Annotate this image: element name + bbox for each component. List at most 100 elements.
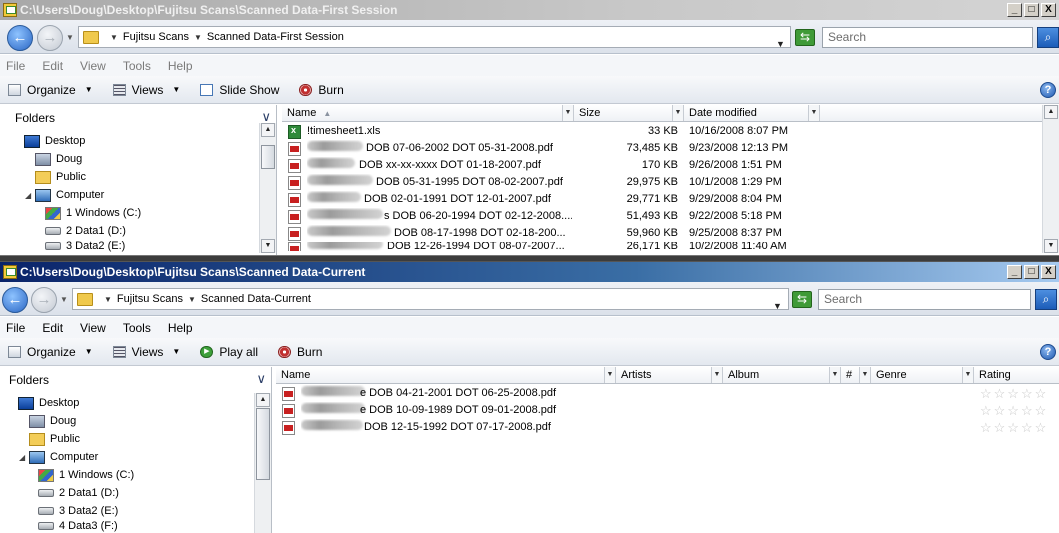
tree-item-desktop[interactable]: Desktop — [24, 132, 85, 150]
column-date-modified[interactable]: Date modified ▼ — [684, 105, 820, 121]
column-filter-icon[interactable]: ▼ — [859, 367, 870, 383]
expand-arrow-icon[interactable]: ◢ — [19, 453, 27, 462]
menu-file[interactable]: File — [6, 321, 25, 335]
column-track-number[interactable]: # ▼ — [841, 367, 871, 383]
file-row[interactable]: s DOB 06-20-1994 DOT 02-12-2008.... 51,4… — [282, 208, 1042, 225]
organize-button[interactable]: Organize ▼ — [8, 83, 93, 97]
tree-item-d-drive[interactable]: 2 Data1 (D:) — [38, 484, 119, 502]
search-icon[interactable]: ⌕ — [1037, 27, 1059, 48]
file-row[interactable]: e DOB 04-21-2001 DOT 06-25-2008.pdf ☆☆☆☆… — [276, 385, 1059, 402]
close-button[interactable]: X — [1041, 265, 1056, 279]
rating-stars[interactable]: ☆☆☆☆☆ — [980, 402, 1059, 419]
refresh-button[interactable]: ⇆ — [795, 29, 815, 46]
menu-file[interactable]: File — [6, 59, 25, 73]
back-button[interactable]: ← — [7, 25, 33, 51]
file-row[interactable]: DOB 02-01-1991 DOT 12-01-2007.pdf 29,771… — [282, 191, 1042, 208]
scroll-up-arrow-icon[interactable]: ▲ — [256, 393, 270, 407]
scroll-down-arrow-icon[interactable]: ▼ — [1044, 239, 1058, 253]
column-name[interactable]: Name ▼ — [276, 367, 616, 383]
menu-view[interactable]: View — [80, 321, 106, 335]
breadcrumb-current-folder[interactable]: Scanned Data-Current — [201, 293, 311, 305]
tree-item-computer[interactable]: ◢ Computer — [19, 448, 98, 466]
path-box[interactable]: ▼ Fujitsu Scans ▼ Scanned Data-First Ses… — [78, 26, 791, 49]
scroll-up-arrow-icon[interactable]: ▲ — [261, 123, 275, 137]
minimize-button[interactable]: _ — [1007, 265, 1022, 279]
file-list-scrollbar[interactable]: ▲ ▼ — [1042, 105, 1059, 253]
tree-item-e-drive[interactable]: 3 Data2 (E:) — [45, 240, 125, 252]
file-row[interactable]: DOB 05-31-1995 DOT 08-02-2007.pdf 29,975… — [282, 174, 1042, 191]
history-dropdown-icon[interactable]: ▼ — [60, 295, 68, 304]
menu-edit[interactable]: Edit — [42, 321, 63, 335]
breadcrumb-fujitsu-scans[interactable]: Fujitsu Scans — [123, 31, 189, 43]
file-row[interactable]: DOB 12-26-1994 DOT 08-07-2007... 26,171 … — [282, 242, 1042, 251]
tree-item-e-drive[interactable]: 3 Data2 (E:) — [38, 502, 118, 520]
menu-help[interactable]: Help — [168, 321, 193, 335]
help-icon[interactable]: ? — [1040, 344, 1056, 360]
column-filter-icon[interactable]: ▼ — [672, 105, 683, 121]
expand-arrow-icon[interactable]: ◢ — [25, 191, 33, 200]
views-button[interactable]: Views ▼ — [112, 83, 180, 97]
refresh-button[interactable]: ⇆ — [792, 291, 812, 308]
menu-help[interactable]: Help — [168, 59, 193, 73]
tree-item-desktop[interactable]: Desktop — [18, 394, 79, 412]
menu-tools[interactable]: Tools — [123, 59, 151, 73]
file-row[interactable]: !timesheet1.xls 33 KB 10/16/2008 8:07 PM — [282, 123, 1042, 140]
rating-stars[interactable]: ☆☆☆☆☆ — [980, 385, 1059, 402]
column-filter-icon[interactable]: ▼ — [604, 367, 615, 383]
column-filter-icon[interactable]: ▼ — [711, 367, 722, 383]
column-filter-icon[interactable]: ▼ — [808, 105, 819, 121]
slide-show-button[interactable]: Slide Show — [200, 83, 279, 97]
column-size[interactable]: Size ▼ — [574, 105, 684, 121]
search-icon[interactable]: ⌕ — [1035, 289, 1057, 310]
burn-button[interactable]: Burn — [299, 83, 344, 97]
title-bar[interactable]: C:\Users\Doug\Desktop\Fujitsu Scans\Scan… — [0, 262, 1059, 282]
breadcrumb-current-folder[interactable]: Scanned Data-First Session — [207, 31, 344, 43]
path-dropdown-icon[interactable]: ▼ — [773, 301, 782, 311]
history-dropdown-icon[interactable]: ▼ — [66, 33, 74, 42]
back-button[interactable]: ← — [2, 287, 28, 313]
tree-item-computer[interactable]: ◢ Computer — [25, 186, 104, 204]
tree-item-c-drive[interactable]: 1 Windows (C:) — [45, 204, 141, 222]
tree-item-public[interactable]: Public — [35, 168, 86, 186]
scroll-up-arrow-icon[interactable]: ▲ — [1044, 105, 1058, 119]
forward-button[interactable]: → — [31, 287, 57, 313]
collapse-chevron-icon[interactable]: ∨ — [256, 371, 266, 387]
tree-item-d-drive[interactable]: 2 Data1 (D:) — [45, 222, 126, 240]
crumb-chevron-icon[interactable]: ▼ — [104, 295, 112, 304]
tree-item-doug[interactable]: Doug — [35, 150, 82, 168]
scroll-thumb[interactable] — [261, 145, 275, 169]
path-dropdown-icon[interactable]: ▼ — [776, 39, 785, 49]
file-row[interactable]: DOB xx-xx-xxxx DOT 01-18-2007.pdf 170 KB… — [282, 157, 1042, 174]
crumb-chevron-icon[interactable]: ▼ — [188, 295, 196, 304]
file-row[interactable]: e DOB 10-09-1989 DOT 09-01-2008.pdf ☆☆☆☆… — [276, 402, 1059, 419]
organize-button[interactable]: Organize ▼ — [8, 345, 93, 359]
menu-view[interactable]: View — [80, 59, 106, 73]
tree-item-c-drive[interactable]: 1 Windows (C:) — [38, 466, 134, 484]
file-row[interactable]: DOB 07-06-2002 DOT 05-31-2008.pdf 73,485… — [282, 140, 1042, 157]
column-album[interactable]: Album ▼ — [723, 367, 841, 383]
column-genre[interactable]: Genre ▼ — [871, 367, 974, 383]
tree-item-public[interactable]: Public — [29, 430, 80, 448]
breadcrumb-fujitsu-scans[interactable]: Fujitsu Scans — [117, 293, 183, 305]
title-bar[interactable]: C:\Users\Doug\Desktop\Fujitsu Scans\Scan… — [0, 0, 1059, 20]
menu-tools[interactable]: Tools — [123, 321, 151, 335]
menu-edit[interactable]: Edit — [42, 59, 63, 73]
minimize-button[interactable]: _ — [1007, 3, 1022, 17]
search-input[interactable]: Search — [818, 289, 1031, 310]
maximize-button[interactable]: □ — [1024, 3, 1039, 17]
column-name[interactable]: Name ▲ ▼ — [282, 105, 574, 121]
path-box[interactable]: ▼ Fujitsu Scans ▼ Scanned Data-Current ▼ — [72, 288, 789, 311]
scroll-down-arrow-icon[interactable]: ▼ — [261, 239, 275, 253]
folders-header[interactable]: Folders ∨ — [0, 105, 276, 131]
help-icon[interactable]: ? — [1040, 82, 1056, 98]
file-row[interactable]: DOB 12-15-1992 DOT 07-17-2008.pdf ☆☆☆☆☆ — [276, 419, 1059, 436]
crumb-chevron-icon[interactable]: ▼ — [194, 33, 202, 42]
column-filter-icon[interactable]: ▼ — [962, 367, 973, 383]
folders-header[interactable]: Folders ∨ — [0, 367, 271, 393]
forward-button[interactable]: → — [37, 25, 63, 51]
play-all-button[interactable]: ▶ Play all — [200, 345, 258, 359]
folders-scrollbar[interactable]: ▲ ▼ — [259, 123, 276, 253]
tree-item-f-drive[interactable]: 4 Data3 (F:) — [38, 520, 118, 532]
column-artists[interactable]: Artists ▼ — [616, 367, 723, 383]
burn-button[interactable]: Burn — [278, 345, 322, 359]
